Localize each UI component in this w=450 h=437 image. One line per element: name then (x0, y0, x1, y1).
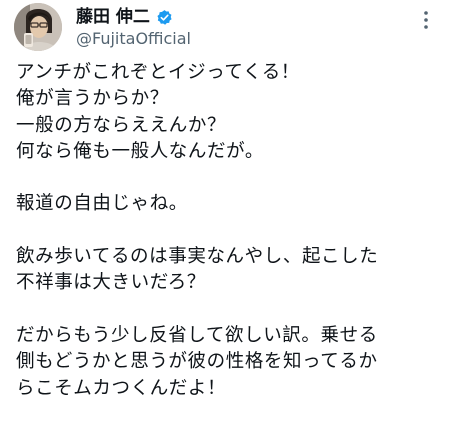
tweet-line-8: 飲み歩いてるのは事実なんやし、起こした (16, 246, 379, 268)
tweet-line-10 (16, 297, 442, 323)
tweet-text: アンチがこれぞとイジってくる！ 俺が言うからか？ 一般の方ならええんか？ 何なら… (16, 60, 442, 402)
tweet-line-2: 俺が言うからか？ (16, 88, 169, 110)
tweet-line-4: 何なら俺も一般人なんだが。 (16, 140, 264, 162)
author-display-name[interactable]: 藤田 伸二 (76, 6, 150, 28)
tweet-line-13: らこそムカつくんだよ！ (16, 377, 227, 399)
verified-badge-icon (156, 9, 173, 26)
tweet-line-5 (16, 165, 442, 191)
tweet-line-7 (16, 218, 442, 244)
tweet-header: 藤田 伸二 @FujitaOfficial (0, 0, 450, 58)
tweet-line-3: 一般の方ならええんか？ (16, 114, 227, 136)
tweet-line-12: 側もどうかと思うが彼の性格を知ってるか (16, 351, 378, 373)
tweet-line-1: アンチがこれぞとイジってくる！ (16, 62, 300, 83)
author-name-row: 藤田 伸二 (76, 6, 173, 28)
tweet-line-11: だからもう少し反省して欲しい訳。乗せる (16, 324, 378, 346)
tweet-line-9: 不祥事は大きいだろ？ (16, 272, 206, 294)
more-options-icon[interactable] (414, 8, 438, 32)
author-handle[interactable]: @FujitaOfficial (76, 29, 191, 49)
avatar-photo (14, 3, 62, 51)
tweet-line-6: 報道の自由じゃね。 (16, 193, 188, 215)
avatar[interactable] (14, 3, 62, 51)
